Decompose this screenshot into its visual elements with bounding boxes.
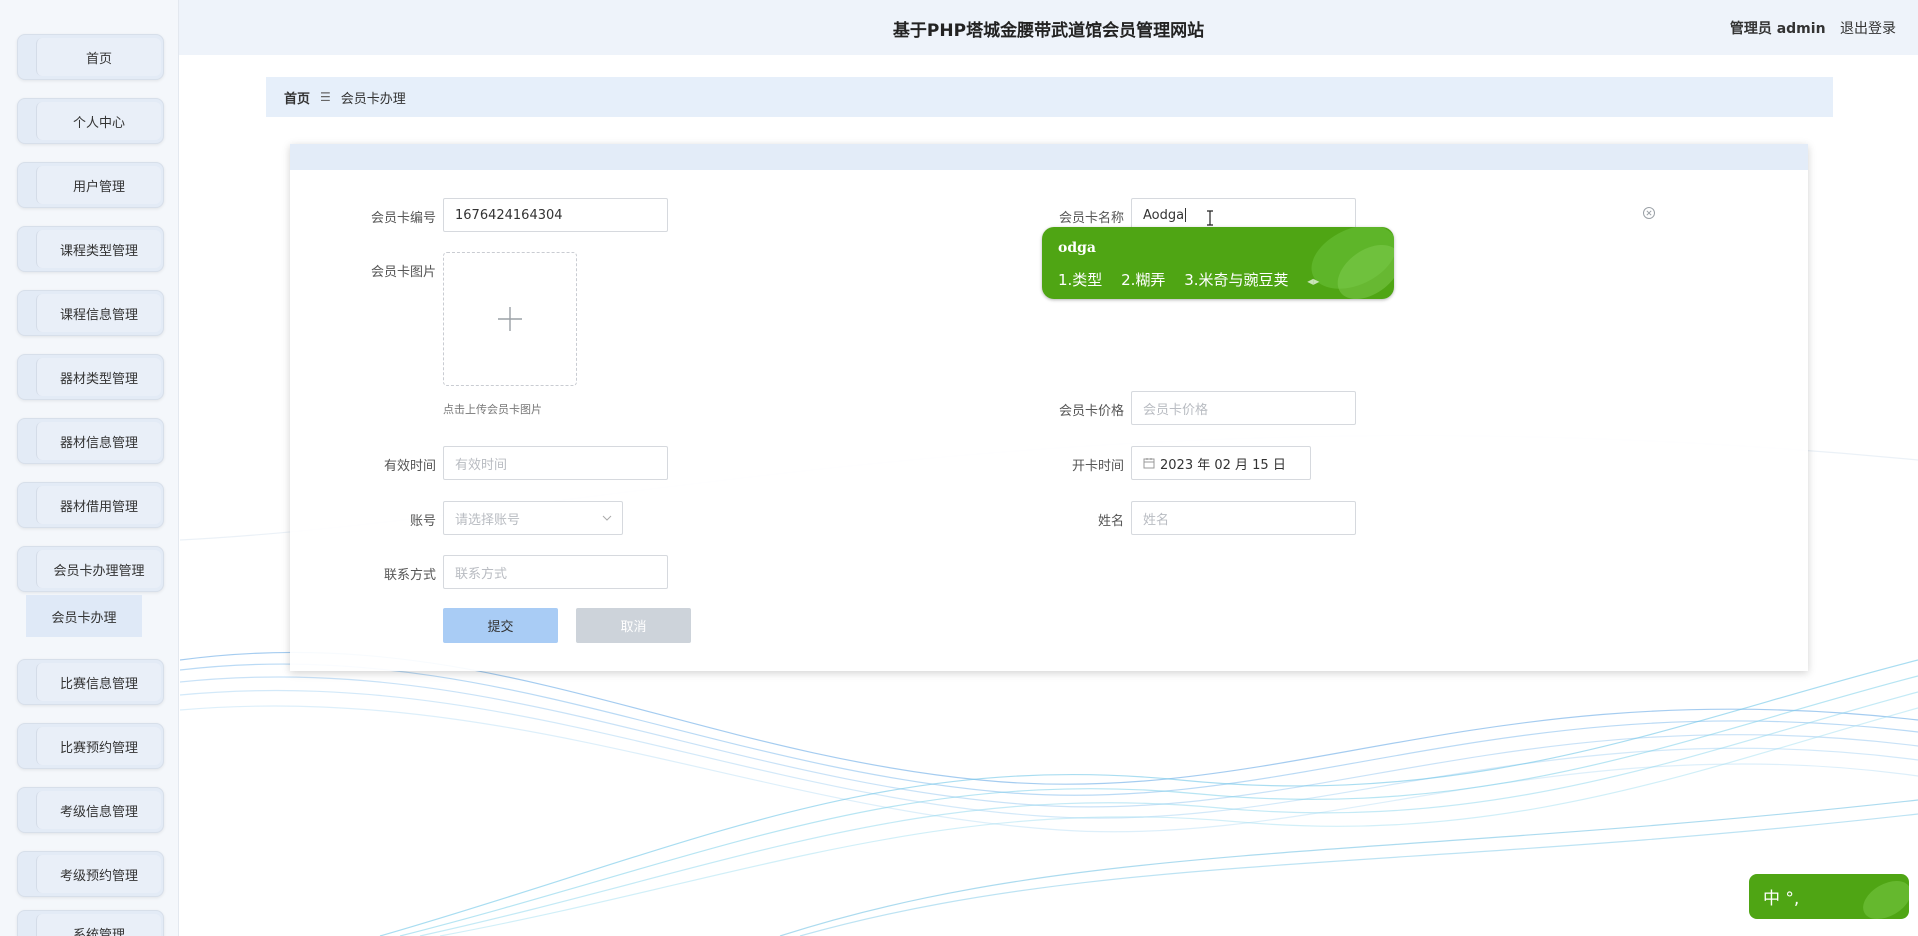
calendar-icon bbox=[1143, 458, 1155, 469]
open-time-label: 开卡时间 bbox=[1071, 459, 1124, 474]
sidebar-item-equipment-info[interactable]: 器材信息管理 bbox=[17, 418, 164, 464]
contact-label: 联系方式 bbox=[383, 568, 436, 583]
top-header: 基于PHP塔城金腰带武道馆会员管理网站 管理员 admin 退出登录 bbox=[179, 0, 1918, 55]
ime-candidate-popup: odga 1.类型 2.糊弄 3.米奇与豌豆荚 ◂▸ bbox=[1042, 227, 1394, 299]
ime-candidate-list: 1.类型 2.糊弄 3.米奇与豌豆荚 ◂▸ bbox=[1058, 269, 1333, 290]
text-cursor bbox=[1185, 208, 1187, 222]
sidebar: 首页 个人中心 用户管理 课程类型管理 课程信息管理 器材类型管理 器材信息管理… bbox=[0, 0, 179, 936]
sidebar-item-course-type[interactable]: 课程类型管理 bbox=[17, 226, 164, 272]
card-price-input[interactable]: 会员卡价格 bbox=[1131, 391, 1356, 425]
valid-time-label: 有效时间 bbox=[383, 459, 436, 474]
card-no-label: 会员卡编号 bbox=[370, 211, 436, 226]
sidebar-item-course-info[interactable]: 课程信息管理 bbox=[17, 290, 164, 336]
sidebar-item-label: 考级信息管理 bbox=[36, 791, 161, 829]
sidebar-item-user-management[interactable]: 用户管理 bbox=[17, 162, 164, 208]
image-upload-box[interactable] bbox=[443, 252, 577, 386]
sidebar-item-label: 个人中心 bbox=[36, 102, 161, 140]
breadcrumb-current: 会员卡办理 bbox=[340, 91, 406, 107]
ime-candidate[interactable]: 1.类型 bbox=[1058, 271, 1102, 289]
sidebar-item-label: 器材借用管理 bbox=[36, 486, 161, 524]
breadcrumb-home[interactable]: 首页 bbox=[284, 88, 310, 107]
sidebar-item-label: 系统管理 bbox=[36, 914, 161, 936]
sidebar-item-competition-booking[interactable]: 比赛预约管理 bbox=[17, 723, 164, 769]
open-time-date-picker[interactable]: 2023 年 02 月 15 日 bbox=[1131, 446, 1311, 480]
open-time-value: 2023 年 02 月 15 日 bbox=[1160, 457, 1286, 473]
sidebar-item-equipment-type[interactable]: 器材类型管理 bbox=[17, 354, 164, 400]
card-no-input[interactable]: 1676424164304 bbox=[443, 198, 668, 232]
sidebar-item-label: 用户管理 bbox=[36, 166, 161, 204]
sidebar-item-label: 首页 bbox=[36, 38, 161, 76]
sidebar-item-label: 比赛信息管理 bbox=[36, 663, 161, 701]
sidebar-subitem-member-card-apply[interactable]: 会员卡办理 bbox=[26, 595, 142, 637]
sidebar-item-label: 器材信息管理 bbox=[36, 422, 161, 460]
ime-page-arrows-icon[interactable]: ◂▸ bbox=[1307, 274, 1319, 288]
clear-circle-icon[interactable] bbox=[1642, 206, 1656, 220]
ime-status-text: 中 °, bbox=[1763, 889, 1800, 909]
breadcrumb-separator-icon: ☰ bbox=[320, 90, 331, 104]
account-label: 账号 bbox=[409, 514, 436, 529]
sidebar-item-personal-center[interactable]: 个人中心 bbox=[17, 98, 164, 144]
sidebar-item-grading-info[interactable]: 考级信息管理 bbox=[17, 787, 164, 833]
card-name-value: Aodga bbox=[1143, 207, 1185, 223]
ime-candidate[interactable]: 3.米奇与豌豆荚 bbox=[1184, 271, 1288, 289]
sidebar-item-label: 比赛预约管理 bbox=[36, 727, 161, 765]
sidebar-item-label: 考级预约管理 bbox=[36, 855, 161, 893]
card-image-label: 会员卡图片 bbox=[370, 265, 436, 280]
valid-time-input[interactable]: 有效时间 bbox=[443, 446, 668, 480]
sidebar-item-grading-booking[interactable]: 考级预约管理 bbox=[17, 851, 164, 897]
ibeam-cursor-icon bbox=[1207, 210, 1213, 226]
sidebar-item-equipment-borrow[interactable]: 器材借用管理 bbox=[17, 482, 164, 528]
admin-label: 管理员 admin bbox=[1729, 21, 1826, 37]
cancel-button[interactable]: 取消 bbox=[576, 608, 691, 643]
account-placeholder: 请选择账号 bbox=[455, 512, 521, 528]
sidebar-item-home[interactable]: 首页 bbox=[17, 34, 164, 80]
plus-icon bbox=[498, 307, 522, 331]
name-label: 姓名 bbox=[1097, 514, 1124, 529]
ime-candidate[interactable]: 2.糊弄 bbox=[1121, 271, 1165, 289]
leaf-decoration-icon bbox=[1863, 881, 1909, 919]
submit-button[interactable]: 提交 bbox=[443, 608, 558, 643]
card-name-label: 会员卡名称 bbox=[1058, 211, 1124, 226]
account-select[interactable]: 请选择账号 bbox=[443, 501, 623, 535]
sidebar-item-label: 会员卡办理管理 bbox=[36, 550, 161, 588]
sidebar-item-member-card[interactable]: 会员卡办理管理 bbox=[17, 546, 164, 592]
sidebar-item-label: 器材类型管理 bbox=[36, 358, 161, 396]
sidebar-item-label: 课程信息管理 bbox=[36, 294, 161, 332]
sidebar-item-competition-info[interactable]: 比赛信息管理 bbox=[17, 659, 164, 705]
card-price-label: 会员卡价格 bbox=[1058, 404, 1124, 419]
ime-status-bar[interactable]: 中 °, bbox=[1749, 874, 1909, 919]
member-card-form: 会员卡编号 1676424164304 会员卡名称 Aodga 会员卡图片 点击… bbox=[290, 144, 1808, 671]
header-user-area: 管理员 admin 退出登录 bbox=[1730, 18, 1896, 38]
upload-hint: 点击上传会员卡图片 bbox=[443, 403, 542, 416]
ime-typed-text: odga bbox=[1058, 240, 1096, 256]
chevron-down-icon bbox=[602, 515, 612, 521]
name-input[interactable]: 姓名 bbox=[1131, 501, 1356, 535]
sidebar-item-system[interactable]: 系统管理 bbox=[17, 910, 164, 936]
panel-header-bar bbox=[290, 144, 1808, 170]
breadcrumb: 首页 ☰ 会员卡办理 bbox=[266, 77, 1833, 117]
site-title: 基于PHP塔城金腰带武道馆会员管理网站 bbox=[892, 21, 1205, 41]
logout-link[interactable]: 退出登录 bbox=[1840, 21, 1896, 37]
contact-input[interactable]: 联系方式 bbox=[443, 555, 668, 589]
sidebar-item-label: 课程类型管理 bbox=[36, 230, 161, 268]
